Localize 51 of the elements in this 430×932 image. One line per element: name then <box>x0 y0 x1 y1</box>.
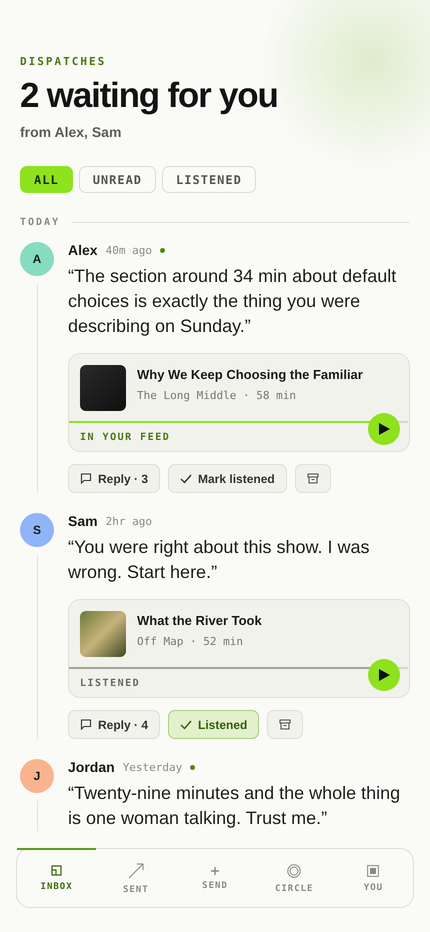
message-quote: “Twenty-nine minutes and the whole thing is one woman talking. Trust me.” <box>68 782 402 830</box>
sender-name: Jordan <box>68 759 115 775</box>
arrow-icon <box>128 862 144 878</box>
episode-card[interactable]: Why We Keep Choosing the Familiar The Long Middle · 58 min IN YOUR FEED <box>68 353 410 452</box>
episode-status: IN YOUR FEED <box>79 431 172 445</box>
message-quote: “You were right about this show. I was wrong. Start here.” <box>68 536 370 584</box>
play-button[interactable] <box>368 413 400 445</box>
episode-meta: Off Map · 52 min <box>137 635 244 648</box>
timestamp: 2hr ago <box>106 514 152 528</box>
episode-meta: The Long Middle · 58 min <box>137 389 297 402</box>
inbox-icon <box>51 865 62 876</box>
photo-placeholder <box>80 365 126 411</box>
page-title: 2 waiting for you <box>20 76 279 116</box>
plus-icon <box>211 866 219 874</box>
speech-bubble-icon <box>80 473 92 484</box>
check-icon <box>180 474 192 484</box>
listened-button[interactable]: Listened <box>168 710 260 739</box>
filter-chip[interactable]: UNREAD <box>78 166 156 193</box>
nav-tab[interactable]: INBOX <box>17 848 96 907</box>
filter-chip[interactable]: ALL <box>20 166 73 193</box>
square-icon <box>367 864 380 876</box>
episode-card[interactable]: What the River Took Off Map · 52 min LISTENED <box>68 599 410 698</box>
episode-title: Why We Keep Choosing the Familiar <box>137 367 363 382</box>
archive-icon <box>306 473 319 484</box>
speech-bubble-icon <box>80 719 92 730</box>
play-button[interactable] <box>368 659 400 691</box>
archive-button[interactable] <box>267 710 304 739</box>
circle-icon <box>287 864 302 878</box>
play-icon <box>378 669 390 681</box>
filter-chip[interactable]: LISTENED <box>162 166 256 193</box>
section-label: TODAY <box>20 217 60 228</box>
timestamp: 40m ago <box>106 244 152 256</box>
subtitle: from Alex, Sam <box>20 124 122 140</box>
reply-button[interactable]: Reply · 4 <box>68 710 160 739</box>
episode-title: What the River Took <box>137 613 262 628</box>
reply-button[interactable]: Reply · 3 <box>68 464 160 493</box>
message-quote: “The section around 34 min about default choices is exactly the thing you were describing on Sunday.” <box>68 265 398 338</box>
photo-placeholder <box>80 611 126 657</box>
play-icon <box>378 423 390 435</box>
sender-name: Sam <box>68 513 98 529</box>
archive-icon <box>279 719 292 730</box>
archive-button[interactable] <box>294 464 331 493</box>
eyebrow-label: DISPATCHES <box>20 54 108 68</box>
avatar: S <box>20 513 54 547</box>
avatar: A <box>20 242 54 276</box>
listened-button[interactable]: Mark listened <box>168 464 287 493</box>
avatar: J <box>20 759 54 793</box>
timestamp: Yesterday <box>122 760 182 774</box>
check-icon <box>180 720 192 730</box>
sender-name: Alex <box>68 242 98 258</box>
episode-status: LISTENED <box>79 677 142 691</box>
